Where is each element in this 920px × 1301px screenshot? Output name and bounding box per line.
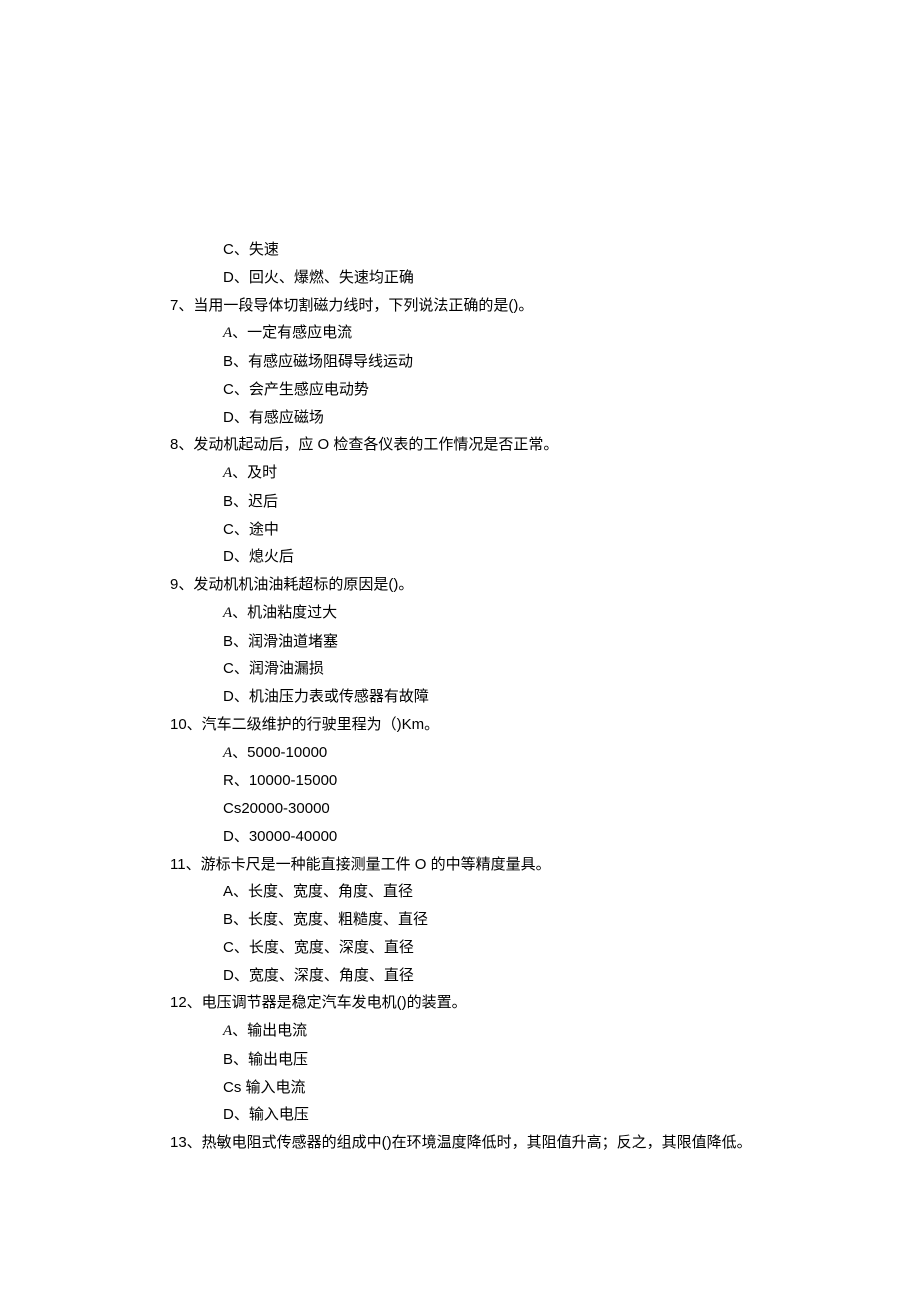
line-text: B、长度、宽度、粗糙度、直径 <box>223 911 428 928</box>
line-text: 7、当用一段导体切割磁力线时，下列说法正确的是()。 <box>170 297 533 314</box>
line-text: D、30000-40000 <box>223 828 337 845</box>
line-text: 、及时 <box>232 464 277 481</box>
line-text: Cs20000-30000 <box>223 800 330 817</box>
option-line: A、及时 <box>170 459 820 488</box>
line-text: A、长度、宽度、角度、直径 <box>223 883 413 900</box>
question-line: 7、当用一段导体切割磁力线时，下列说法正确的是()。 <box>170 292 820 320</box>
line-text: 9、发动机机油油耗超标的原因是()。 <box>170 576 413 593</box>
option-line: B、有感应磁场阻碍导线运动 <box>170 348 820 376</box>
question-line: 10、汽车二级维护的行驶里程为（)Km。 <box>170 711 820 739</box>
line-text: B、输出电压 <box>223 1051 308 1068</box>
option-letter: A <box>223 745 232 761</box>
option-letter: A <box>223 605 232 621</box>
option-line: C、失速 <box>170 236 820 264</box>
line-text: 、机油粘度过大 <box>232 604 337 621</box>
line-text: 8、发动机起动后，应 O 检查各仪表的工作情况是否正常。 <box>170 436 558 453</box>
option-line: A、5000-10000 <box>170 739 820 768</box>
question-line: 11、游标卡尺是一种能直接测量工件 O 的中等精度量具。 <box>170 851 820 879</box>
question-line: 13、热敏电阻式传感器的组成中()在环境温度降低时，其阻值升高；反之，其限值降低… <box>170 1129 820 1157</box>
line-text: D、宽度、深度、角度、直径 <box>223 967 414 984</box>
option-line: Cs 输入电流 <box>170 1074 820 1102</box>
option-line: B、润滑油道堵塞 <box>170 628 820 656</box>
option-line: D、机油压力表或传感器有故障 <box>170 683 820 711</box>
option-line: Cs20000-30000 <box>170 795 820 823</box>
option-line: B、长度、宽度、粗糙度、直径 <box>170 906 820 934</box>
option-line: D、回火、爆燃、失速均正确 <box>170 264 820 292</box>
line-text: 、输出电流 <box>232 1022 307 1039</box>
line-text: B、有感应磁场阻碍导线运动 <box>223 353 413 370</box>
option-letter: A <box>223 325 232 341</box>
line-text: B、迟后 <box>223 493 278 510</box>
line-text: C、长度、宽度、深度、直径 <box>223 939 414 956</box>
option-line: C、会产生感应电动势 <box>170 376 820 404</box>
option-line: C、润滑油漏损 <box>170 655 820 683</box>
option-line: B、迟后 <box>170 488 820 516</box>
document-page: C、失速 D、回火、爆燃、失速均正确 7、当用一段导体切割磁力线时，下列说法正确的是… <box>0 0 920 1301</box>
option-line: A、输出电流 <box>170 1017 820 1046</box>
line-text: 11、游标卡尺是一种能直接测量工件 O 的中等精度量具。 <box>170 856 551 873</box>
line-text: B、润滑油道堵塞 <box>223 633 338 650</box>
option-line: D、熄火后 <box>170 543 820 571</box>
line-text: R、10000-15000 <box>223 772 337 789</box>
option-letter: A <box>223 1023 232 1039</box>
option-line: B、输出电压 <box>170 1046 820 1074</box>
line-text: 10、汽车二级维护的行驶里程为（)Km。 <box>170 716 439 733</box>
line-text: C、润滑油漏损 <box>223 660 324 677</box>
question-line: 9、发动机机油油耗超标的原因是()。 <box>170 571 820 599</box>
line-text: D、机油压力表或传感器有故障 <box>223 688 429 705</box>
line-text: C、途中 <box>223 521 279 538</box>
line-text: C、会产生感应电动势 <box>223 381 369 398</box>
line-text: 13、热敏电阻式传感器的组成中()在环境温度降低时，其阻值升高；反之，其限值降低… <box>170 1134 752 1151</box>
option-line: D、宽度、深度、角度、直径 <box>170 962 820 990</box>
option-line: R、10000-15000 <box>170 767 820 795</box>
text-content: C、失速 D、回火、爆燃、失速均正确 7、当用一段导体切割磁力线时，下列说法正确的是… <box>170 236 820 1157</box>
line-text: 12、电压调节器是稳定汽车发电机()的装置。 <box>170 994 467 1011</box>
line-text: D、熄火后 <box>223 548 294 565</box>
option-line: D、有感应磁场 <box>170 404 820 432</box>
option-line: A、一定有感应电流 <box>170 319 820 348</box>
option-line: A、长度、宽度、角度、直径 <box>170 878 820 906</box>
line-text: Cs 输入电流 <box>223 1079 306 1096</box>
option-line: D、输入电压 <box>170 1101 820 1129</box>
line-text: D、有感应磁场 <box>223 409 324 426</box>
option-line: A、机油粘度过大 <box>170 599 820 628</box>
line-text: D、输入电压 <box>223 1106 309 1123</box>
line-text: C、失速 <box>223 241 279 258</box>
line-text: 、5000-10000 <box>232 744 327 761</box>
option-line: C、途中 <box>170 516 820 544</box>
question-line: 8、发动机起动后，应 O 检查各仪表的工作情况是否正常。 <box>170 431 820 459</box>
question-line: 12、电压调节器是稳定汽车发电机()的装置。 <box>170 989 820 1017</box>
option-line: D、30000-40000 <box>170 823 820 851</box>
option-letter: A <box>223 465 232 481</box>
option-line: C、长度、宽度、深度、直径 <box>170 934 820 962</box>
line-text: 、一定有感应电流 <box>232 324 352 341</box>
line-text: D、回火、爆燃、失速均正确 <box>223 269 414 286</box>
